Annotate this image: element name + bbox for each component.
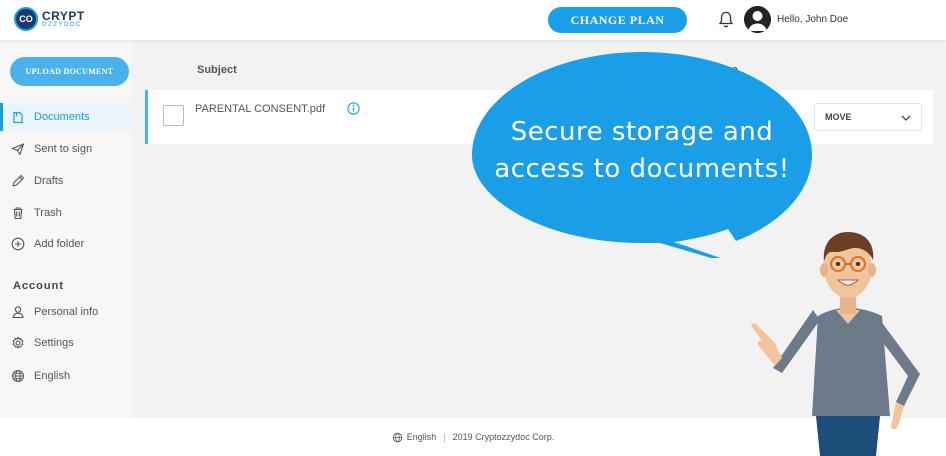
sidebar-item-label: Settings bbox=[34, 337, 74, 349]
logo-mark: CO bbox=[14, 7, 38, 31]
logo-text-top: CRYPT bbox=[42, 9, 85, 23]
logo-text-bottom: OZZYDOC bbox=[42, 22, 82, 28]
footer-copyright: 2019 Cryptozzydoc Corp. bbox=[452, 432, 555, 442]
sidebar-item-trash[interactable]: Trash bbox=[0, 199, 131, 227]
presenter-illustration bbox=[751, 232, 920, 456]
user-avatar[interactable] bbox=[744, 6, 771, 33]
sidebar-item-documents[interactable]: Documents bbox=[0, 103, 131, 131]
stray-dot bbox=[527, 358, 529, 360]
move-dropdown[interactable]: MOVE bbox=[814, 103, 922, 131]
sidebar-item-language[interactable]: English bbox=[0, 362, 131, 390]
paper-plane-icon bbox=[11, 143, 25, 156]
logo-text: CRYPT OZZYDOC bbox=[42, 10, 85, 28]
sidebar-item-drafts[interactable]: Drafts bbox=[0, 167, 131, 195]
top-header: CO CRYPT OZZYDOC CHANGE PLAN Hello, John… bbox=[0, 0, 946, 40]
sidebar-item-label: English bbox=[34, 370, 71, 382]
sidebar-item-label: Add folder bbox=[34, 238, 85, 250]
sidebar-item-label: Drafts bbox=[34, 175, 64, 187]
bell-icon[interactable] bbox=[718, 11, 734, 29]
footer-language[interactable]: English bbox=[407, 432, 437, 442]
trash-icon bbox=[13, 207, 23, 220]
sidebar-item-label: Personal info bbox=[34, 306, 99, 318]
globe-icon bbox=[392, 432, 402, 442]
document-filename[interactable]: PARENTAL CONSENT.pdf bbox=[195, 103, 325, 115]
info-icon[interactable] bbox=[347, 102, 360, 115]
move-dropdown-value: MOVE bbox=[825, 112, 852, 122]
gear-icon bbox=[12, 336, 24, 350]
row-checkbox[interactable] bbox=[163, 105, 184, 126]
person-icon bbox=[12, 306, 24, 319]
sidebar-item-personal-info[interactable]: Personal info bbox=[0, 298, 131, 326]
document-icon bbox=[13, 111, 23, 124]
column-header-subject[interactable]: Subject bbox=[197, 64, 237, 76]
upload-document-button[interactable]: UPLOAD DOCUMENT bbox=[10, 57, 129, 86]
user-greeting[interactable]: Hello, John Doe bbox=[777, 14, 848, 25]
sidebar-item-sent-to-sign[interactable]: Sent to sign bbox=[0, 135, 131, 163]
account-heading: Account bbox=[13, 280, 64, 292]
bubble-line-2: access to documents! bbox=[494, 154, 790, 184]
change-plan-button[interactable]: CHANGE PLAN bbox=[548, 7, 687, 33]
sidebar-item-add-folder[interactable]: Add folder bbox=[0, 230, 131, 258]
footer-separator: | bbox=[443, 432, 446, 442]
app-logo[interactable]: CO CRYPT OZZYDOC bbox=[14, 7, 85, 31]
sidebar-item-label: Documents bbox=[34, 111, 90, 123]
chevron-down-icon bbox=[901, 115, 911, 121]
sidebar: UPLOAD DOCUMENT Documents Sent to sign D… bbox=[0, 40, 132, 418]
plus-circle-icon bbox=[11, 237, 25, 251]
sidebar-item-settings[interactable]: Settings bbox=[0, 329, 131, 357]
sidebar-item-label: Trash bbox=[34, 207, 62, 219]
pencil-icon bbox=[12, 174, 25, 187]
sidebar-item-label: Sent to sign bbox=[34, 143, 93, 155]
globe-icon bbox=[12, 370, 24, 382]
bubble-line-1: Secure storage and bbox=[510, 117, 774, 147]
bubble-text: Secure storage and access to documents! bbox=[472, 114, 812, 188]
